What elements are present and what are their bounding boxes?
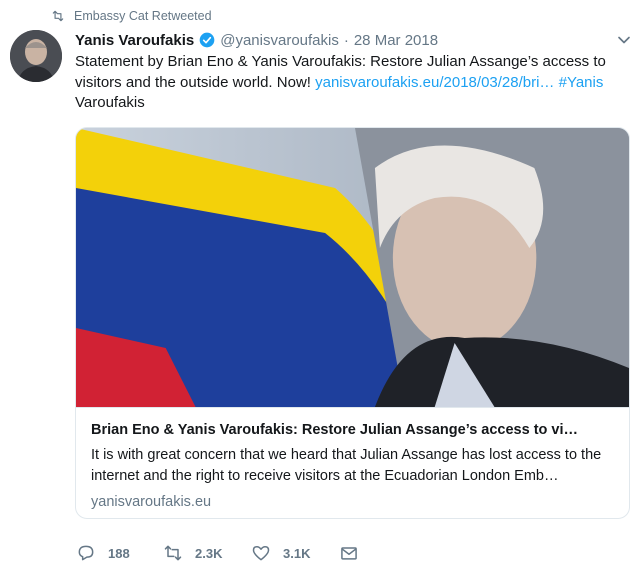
verified-badge-icon	[199, 32, 215, 48]
reply-icon	[78, 545, 94, 561]
chevron-down-icon[interactable]	[614, 30, 634, 50]
reply-count: 188	[108, 545, 130, 561]
retweet-context: Embassy Cat Retweeted	[51, 6, 212, 26]
author-name[interactable]: Yanis Varoufakis	[75, 32, 194, 49]
tweet-actions: 188 2.3K 3.1K	[76, 541, 359, 565]
link-card[interactable]: Brian Eno & Yanis Varoufakis: Restore Ju…	[75, 127, 630, 519]
tweet-text: Statement by Brian Eno & Yanis Varoufaki…	[75, 52, 625, 114]
envelope-icon	[341, 547, 357, 560]
like-button[interactable]: 3.1K	[251, 543, 339, 563]
reply-button[interactable]: 188	[76, 543, 163, 563]
tweet-text-tail: Varoufakis	[75, 94, 145, 111]
retweet-icon	[52, 10, 64, 22]
card-body: Brian Eno & Yanis Varoufakis: Restore Ju…	[76, 407, 629, 518]
tweet-date[interactable]: 28 Mar 2018	[354, 32, 438, 49]
card-title[interactable]: Brian Eno & Yanis Varoufakis: Restore Ju…	[91, 420, 614, 440]
separator-dot: ·	[343, 31, 349, 49]
retweet-icon	[164, 545, 182, 561]
card-description: It is with great concern that we heard t…	[91, 447, 602, 484]
card-domain: yanisvaroufakis.eu	[91, 494, 212, 510]
avatar[interactable]	[10, 30, 62, 82]
author-handle[interactable]: @yanisvaroufakis	[220, 32, 339, 49]
tweet-header: Yanis Varoufakis @yanisvaroufakis · 28 M…	[75, 28, 602, 52]
direct-message-button[interactable]	[339, 543, 359, 563]
card-image[interactable]	[76, 128, 629, 407]
retweet-button[interactable]: 2.3K	[163, 543, 251, 563]
tweet-link[interactable]: yanisvaroufakis.eu/2018/03/28/bri…	[315, 74, 554, 91]
like-count: 3.1K	[283, 545, 311, 561]
retweet-count: 2.3K	[195, 545, 223, 561]
heart-icon	[252, 546, 270, 561]
retweet-context-label[interactable]: Embassy Cat Retweeted	[74, 9, 212, 23]
hashtag-link[interactable]: #Yanis	[559, 74, 604, 91]
